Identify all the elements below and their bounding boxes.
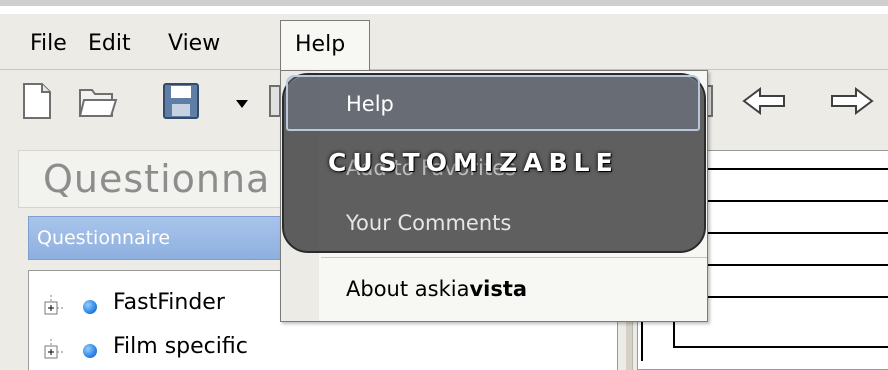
forward-arrow-icon[interactable] xyxy=(826,82,876,120)
dropdown-arrow-icon[interactable] xyxy=(232,82,252,120)
overlay-title: CUSTOMIZABLE xyxy=(328,148,619,177)
tree-item-label: FastFinder xyxy=(113,290,225,315)
expand-icon[interactable] xyxy=(43,339,65,365)
open-folder-icon[interactable] xyxy=(78,82,118,120)
menu-item-your-comments[interactable]: Your Comments xyxy=(346,211,511,235)
window-top-strip xyxy=(0,0,888,14)
menu-edit[interactable]: Edit xyxy=(82,26,137,62)
new-file-icon[interactable] xyxy=(22,82,52,120)
menu-file[interactable]: File xyxy=(24,26,73,62)
panel-title: Questionna xyxy=(43,157,271,201)
about-prefix: About askia xyxy=(346,277,470,301)
menu-item-about[interactable]: About askiavista xyxy=(346,277,527,301)
menu-item-help[interactable]: Help xyxy=(346,92,394,116)
menu-separator xyxy=(321,257,707,258)
tab-questionnaire-label: Questionnaire xyxy=(37,227,171,249)
tree-item-label: Film specific xyxy=(113,334,248,359)
node-dot-icon xyxy=(83,344,97,358)
node-dot-icon xyxy=(83,300,97,314)
about-bold: vista xyxy=(469,277,528,301)
save-icon[interactable] xyxy=(162,82,202,120)
back-arrow-icon[interactable] xyxy=(740,82,790,120)
menu-help[interactable]: Help xyxy=(280,20,370,70)
window-top-accent xyxy=(0,0,888,6)
menu-view[interactable]: View xyxy=(162,26,226,62)
tree-item[interactable]: Film specific xyxy=(43,333,603,367)
menubar: File Edit View Help xyxy=(0,14,888,70)
expand-icon[interactable] xyxy=(43,295,65,321)
